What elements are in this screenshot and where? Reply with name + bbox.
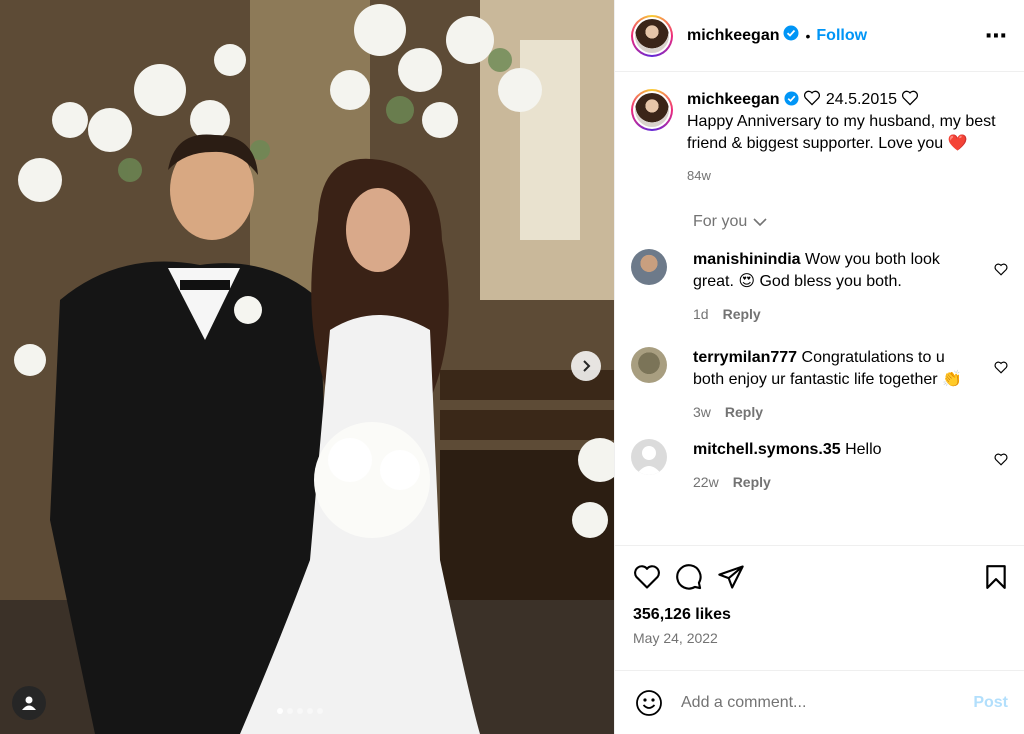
avatar[interactable] <box>631 439 667 475</box>
comment-body: terrymilan777 Congratulations to u both … <box>693 347 978 423</box>
comment-input[interactable] <box>681 693 974 712</box>
like-comment-heart-icon[interactable] <box>994 453 1008 466</box>
for-you-label: For you <box>693 213 748 230</box>
post-sidebar: michkeegan • Follow ⋯ michkeegan 24.5.20… <box>614 0 1024 734</box>
carousel-indicator <box>277 708 323 714</box>
username-link[interactable]: michkeegan <box>687 27 779 45</box>
comment-item: mitchell.symons.35 Hello 22w Reply <box>615 439 1024 493</box>
share-paper-plane-icon[interactable] <box>717 563 745 591</box>
comment-username[interactable]: mitchell.symons.35 <box>693 441 841 458</box>
default-avatar-icon <box>636 446 662 475</box>
caption-date: 24.5.2015 <box>825 91 898 108</box>
caption-username[interactable]: michkeegan <box>687 91 779 108</box>
like-comment-heart-icon[interactable] <box>994 263 1008 276</box>
reply-button[interactable]: Reply <box>725 401 763 423</box>
comment-item: manishinindia Wow you both look great. 😍… <box>615 249 1024 325</box>
post-comment-button[interactable]: Post <box>973 694 1008 712</box>
bookmark-icon[interactable] <box>984 564 1008 590</box>
add-comment-bar: Post <box>615 670 1024 734</box>
caption-age: 84w <box>687 168 711 183</box>
comment-age: 3w <box>693 404 711 420</box>
carousel-dot <box>277 708 283 714</box>
comment-item: terrymilan777 Congratulations to u both … <box>615 347 1024 423</box>
carousel-next-button[interactable] <box>571 351 601 381</box>
comment-text: Hello <box>845 441 882 458</box>
comment-age: 22w <box>693 474 719 490</box>
comment-body: manishinindia Wow you both look great. 😍… <box>693 249 978 325</box>
for-you-filter[interactable]: For you <box>693 213 1024 231</box>
post-date: May 24, 2022 <box>633 630 718 646</box>
like-comment-heart-icon[interactable] <box>994 361 1008 374</box>
wedding-photo <box>0 0 614 734</box>
separator: • <box>805 27 811 44</box>
emoji-icon[interactable] <box>635 689 663 717</box>
like-heart-icon[interactable] <box>633 564 661 590</box>
comment-bubble-icon[interactable] <box>675 563 703 591</box>
carousel-dot <box>297 708 303 714</box>
avatar[interactable] <box>631 14 673 57</box>
post-photo[interactable] <box>0 0 614 734</box>
chevron-right-icon <box>583 360 591 372</box>
user-icon <box>22 696 36 710</box>
caption-emoji: ❤️ <box>947 135 968 152</box>
post-header: michkeegan • Follow ⋯ <box>615 0 1024 72</box>
comment-age: 1d <box>693 306 709 322</box>
verified-badge-icon <box>784 91 799 106</box>
avatar[interactable] <box>631 89 673 131</box>
comment-username[interactable]: terrymilan777 <box>693 349 797 366</box>
more-options-icon[interactable]: ⋯ <box>985 23 1008 49</box>
post-actions: 356,126 likes May 24, 2022 <box>615 545 1024 646</box>
chevron-down-icon <box>753 218 767 227</box>
post-caption: michkeegan 24.5.2015 Happy Anniversary t… <box>615 73 1024 187</box>
likes-count[interactable]: 356,126 likes <box>633 606 1008 624</box>
comments-section[interactable]: michkeegan 24.5.2015 Happy Anniversary t… <box>615 73 1024 543</box>
heart-outline-icon <box>902 90 919 106</box>
heart-outline-icon <box>804 90 821 106</box>
comment-body: mitchell.symons.35 Hello 22w Reply <box>693 439 978 493</box>
carousel-dot <box>307 708 313 714</box>
comment-username[interactable]: manishinindia <box>693 251 801 268</box>
carousel-dot <box>287 708 293 714</box>
caption-body: michkeegan 24.5.2015 Happy Anniversary t… <box>687 89 997 187</box>
follow-button[interactable]: Follow <box>816 27 867 45</box>
carousel-dot <box>317 708 323 714</box>
avatar[interactable] <box>631 347 667 383</box>
avatar[interactable] <box>631 249 667 285</box>
reply-button[interactable]: Reply <box>723 303 761 325</box>
instagram-post: michkeegan • Follow ⋯ michkeegan 24.5.20… <box>0 0 1024 734</box>
tagged-users-button[interactable] <box>12 686 46 720</box>
reply-button[interactable]: Reply <box>733 471 771 493</box>
verified-badge-icon <box>783 25 799 46</box>
